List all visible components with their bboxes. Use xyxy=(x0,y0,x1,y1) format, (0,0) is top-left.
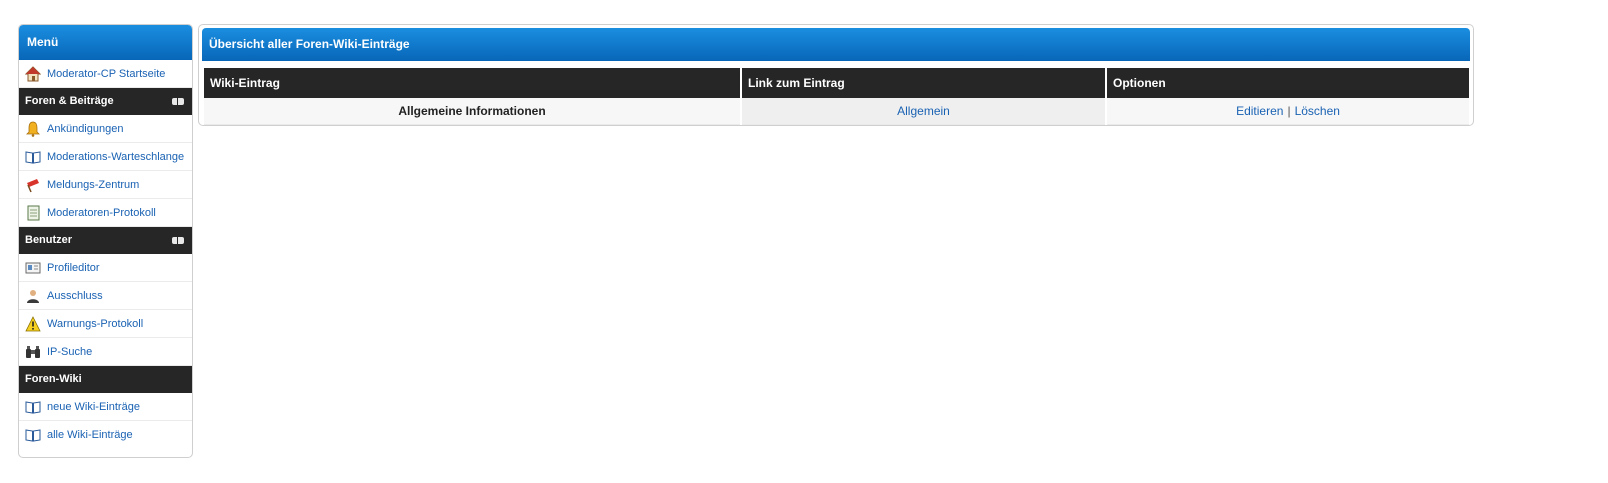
sidebar-item-label[interactable]: Ausschluss xyxy=(47,290,103,302)
sidebar-item-label[interactable]: Moderations-Warteschlange xyxy=(47,151,184,163)
section-title: Foren & Beiträge xyxy=(25,95,114,107)
edit-link[interactable]: Editieren xyxy=(1236,104,1283,118)
book-icon xyxy=(25,151,41,164)
sidebar-item-label[interactable]: Meldungs-Zentrum xyxy=(47,179,139,191)
bell-icon xyxy=(26,121,40,137)
book-icon xyxy=(25,429,41,442)
section-header-foren-beitraege: Foren & Beiträge xyxy=(19,88,192,115)
sidebar-item-ankuendigungen[interactable]: Ankündigungen xyxy=(19,115,192,143)
column-header-optionen: Optionen xyxy=(1106,68,1469,98)
sidebar-item-label[interactable]: Profileditor xyxy=(47,262,100,274)
sidebar-item-label[interactable]: Moderatoren-Protokoll xyxy=(47,207,156,219)
sidebar-item-label[interactable]: Warnungs-Protokoll xyxy=(47,318,143,330)
sidebar-item-alle-wiki-eintraege[interactable]: alle Wiki-Einträge xyxy=(19,421,192,449)
section-header-foren-wiki: Foren-Wiki xyxy=(19,366,192,393)
menu-header: Menü xyxy=(19,25,192,60)
warning-icon xyxy=(25,316,41,332)
sidebar-item-moderator-cp-home[interactable]: Moderator-CP Startseite xyxy=(19,60,192,88)
wiki-entries-table: Wiki-Eintrag Link zum Eintrag Optionen A… xyxy=(204,68,1469,125)
panel-title: Übersicht aller Foren-Wiki-Einträge xyxy=(202,28,1470,61)
sidebar-item-moderatoren-protokoll[interactable]: Moderatoren-Protokoll xyxy=(19,199,192,227)
column-header-wiki-eintrag: Wiki-Eintrag xyxy=(204,68,742,98)
binoculars-icon xyxy=(26,346,40,358)
house-icon xyxy=(25,66,41,82)
wiki-entry-link-cell: Allgemein xyxy=(741,98,1107,125)
moderator-sidebar: Menü Moderator-CP Startseite Foren & Bei… xyxy=(18,24,193,458)
section-title: Benutzer xyxy=(25,234,73,246)
id-card-icon xyxy=(25,262,41,274)
section-title: Foren-Wiki xyxy=(25,373,82,385)
sidebar-item-warnungs-protokoll[interactable]: Warnungs-Protokoll xyxy=(19,310,192,338)
sidebar-item-label[interactable]: IP-Suche xyxy=(47,346,92,358)
table-row: Allgemeine Informationen Allgemein Editi… xyxy=(204,98,1469,125)
collapse-toggle-icon[interactable] xyxy=(172,98,184,105)
sidebar-item-meldungs-zentrum[interactable]: Meldungs-Zentrum xyxy=(19,171,192,199)
sidebar-item-label[interactable]: alle Wiki-Einträge xyxy=(47,429,133,441)
wiki-entry-options-cell: Editieren | Löschen xyxy=(1106,98,1469,125)
sidebar-item-ip-suche[interactable]: IP-Suche xyxy=(19,338,192,366)
sidebar-item-neue-wiki-eintraege[interactable]: neue Wiki-Einträge xyxy=(19,393,192,421)
sidebar-item-moderations-warteschlange[interactable]: Moderations-Warteschlange xyxy=(19,143,192,171)
book-icon xyxy=(25,401,41,414)
delete-link[interactable]: Löschen xyxy=(1295,104,1340,118)
wiki-entry-link[interactable]: Allgemein xyxy=(897,104,950,118)
wiki-entry-title: Allgemeine Informationen xyxy=(204,98,742,125)
collapse-toggle-icon[interactable] xyxy=(172,237,184,244)
column-header-link: Link zum Eintrag xyxy=(741,68,1107,98)
person-icon xyxy=(27,290,39,303)
table-header-row: Wiki-Eintrag Link zum Eintrag Optionen xyxy=(204,68,1469,98)
flag-icon xyxy=(27,179,39,193)
notepad-icon xyxy=(27,205,40,221)
sidebar-item-profileditor[interactable]: Profileditor xyxy=(19,254,192,282)
sidebar-item-label[interactable]: neue Wiki-Einträge xyxy=(47,401,140,413)
sidebar-item-label[interactable]: Ankündigungen xyxy=(47,123,123,135)
sidebar-item-label[interactable]: Moderator-CP Startseite xyxy=(47,68,165,80)
sidebar-item-ausschluss[interactable]: Ausschluss xyxy=(19,282,192,310)
section-header-benutzer: Benutzer xyxy=(19,227,192,254)
wiki-overview-panel: Übersicht aller Foren-Wiki-Einträge Wiki… xyxy=(198,24,1474,126)
options-separator: | xyxy=(1287,104,1291,118)
